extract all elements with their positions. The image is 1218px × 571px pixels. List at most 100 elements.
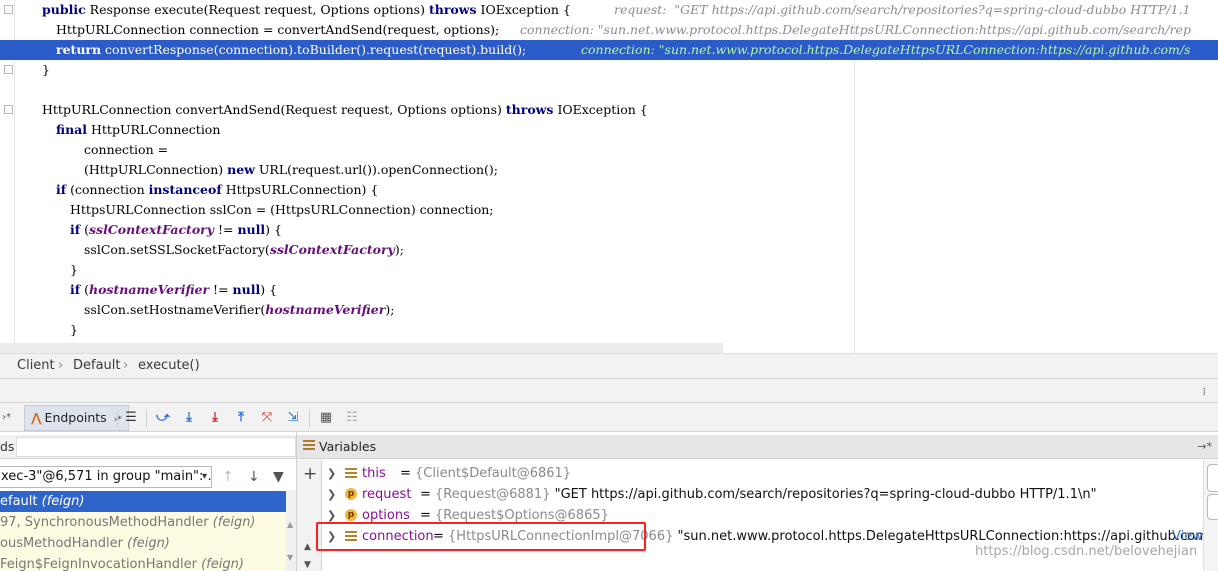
breadcrumb: Client › Default › execute() — [0, 353, 1218, 378]
expand-chevron-icon[interactable]: ❯ — [327, 484, 336, 505]
force-step-into-icon[interactable]: ⤓ — [207, 409, 223, 427]
code-line[interactable]: HttpURLConnection convertAndSend(Request… — [0, 100, 1218, 120]
code-text: connection = — [84, 140, 168, 160]
frame-package: (feign) — [37, 494, 85, 509]
code-token: URL(request.url()).openConnection(); — [254, 162, 499, 177]
code-token: != — [209, 282, 233, 297]
arrow-down-icon[interactable]: ↓ — [248, 470, 260, 484]
move-down-icon[interactable]: ▼ — [304, 560, 311, 570]
add-watch-icon[interactable]: + — [303, 464, 317, 484]
current-execution-line[interactable]: return convertResponse(connection).toBui… — [0, 40, 1218, 60]
tab-endpoints[interactable]: ⋀Endpoints ›* — [24, 405, 129, 431]
stack-frame[interactable]: ousMethodHandler (feign) — [0, 533, 286, 554]
code-token: HttpsURLConnection sslCon = (HttpsURLCon… — [70, 202, 494, 217]
code-line[interactable]: } — [0, 60, 1218, 80]
code-text: public Response execute(Request request,… — [42, 0, 571, 20]
code-token: HttpURLConnection — [87, 122, 221, 137]
code-line[interactable]: if (connection instanceof HttpsURLConnec… — [0, 180, 1218, 200]
scroll-down-icon[interactable]: ▼ — [287, 553, 293, 562]
code-editor[interactable]: public Response execute(Request request,… — [0, 0, 1218, 353]
arrow-up-icon[interactable]: ↑ — [222, 470, 234, 484]
code-line[interactable]: connection = — [0, 140, 1218, 160]
code-token: connection = — [84, 142, 169, 157]
editor-horizontal-scrollbar[interactable] — [0, 343, 723, 353]
variables-header: Variables →* — [297, 435, 1218, 459]
code-token: convertResponse(connection).toBuilder().… — [101, 42, 527, 57]
stack-frame[interactable]: 97, SynchronousMethodHandler (feign) — [0, 512, 286, 533]
breadcrumb-item[interactable]: execute() — [138, 358, 200, 373]
frames-tab-label[interactable]: ds — [0, 439, 14, 454]
scroll-up-icon[interactable]: ▲ — [287, 520, 293, 529]
code-line[interactable]: } — [0, 320, 1218, 340]
code-line[interactable]: public Response execute(Request request,… — [0, 0, 1218, 20]
variable-string-value: "sun.net.www.protocol.https.DelegateHttp… — [677, 529, 1204, 544]
code-text: if (sslContextFactory != null) { — [70, 220, 282, 240]
evaluate-expression-icon[interactable]: ▦ — [318, 409, 334, 427]
code-text: (HttpURLConnection) new URL(request.url(… — [84, 160, 498, 180]
variable-value: {Request@6881} — [435, 487, 551, 502]
code-text: } — [42, 60, 50, 80]
code-line[interactable]: final HttpURLConnection — [0, 120, 1218, 140]
more-options-icon[interactable]: ⁞ — [1203, 385, 1207, 398]
frame-package: (feign) — [122, 536, 170, 551]
stack-frame[interactable]: efault (feign) — [0, 491, 286, 512]
code-token: ) { — [265, 222, 282, 237]
code-line[interactable]: } — [0, 260, 1218, 280]
breadcrumb-item[interactable]: Client — [17, 358, 55, 373]
code-line[interactable]: if (hostnameVerifier != null) { — [0, 280, 1218, 300]
breadcrumb-separator: › — [58, 358, 64, 373]
run-to-cursor-icon[interactable]: ⇲ — [285, 409, 301, 427]
search-field-edge[interactable] — [1207, 494, 1218, 520]
breadcrumb-separator: › — [123, 358, 129, 373]
frame-method: 97, SynchronousMethodHandler — [0, 515, 209, 530]
code-text: } — [70, 320, 78, 340]
collapsed-tab-fragment[interactable]: ›* — [2, 409, 11, 427]
panel-options-icon[interactable]: →* — [1197, 440, 1212, 453]
show-execution-point-icon[interactable]: ☰ — [124, 409, 138, 427]
frames-tab-bar: ds — [0, 435, 296, 459]
step-out-icon[interactable]: ⤒ — [233, 409, 249, 427]
frames-header-box — [16, 437, 296, 457]
search-field-edge[interactable] — [1207, 464, 1218, 492]
code-token: ); — [394, 242, 404, 257]
thread-select[interactable]: xec-3"@6,571 in group "main": ... ▾ — [0, 466, 212, 488]
code-token: } — [42, 62, 50, 77]
step-over-icon[interactable]: ⤻ — [155, 409, 171, 427]
code-token: HttpsURLConnection) { — [221, 182, 379, 197]
debug-toolbar: ›* ⋀Endpoints ›* ☰ ⤻ ⤓ ⤓ ⤒ ⤧ ⇲ ▦ ☷ — [0, 402, 1218, 432]
frames-scrollbar[interactable]: ▲ ▼ — [286, 490, 296, 571]
drop-frame-icon[interactable]: ⤧ — [259, 409, 275, 427]
parameter-icon: p — [345, 509, 357, 521]
keyword-token: public — [42, 2, 86, 17]
code-line[interactable]: HttpURLConnection connection = convertAn… — [0, 20, 1218, 40]
step-into-icon[interactable]: ⤓ — [181, 409, 197, 427]
expand-chevron-icon[interactable]: ❯ — [327, 463, 336, 484]
keyword-token: return — [56, 42, 102, 57]
keyword-token: instanceof — [148, 182, 222, 197]
code-token: ( — [80, 222, 89, 237]
move-up-icon[interactable]: ▲ — [304, 542, 311, 552]
filter-icon[interactable]: ▼ — [273, 470, 284, 484]
variable-value: {Client$Default@6861} — [415, 466, 572, 481]
variable-row-request[interactable]: ❯ p request = {Request@6881} "GET https:… — [323, 484, 1203, 505]
code-line[interactable]: HttpsURLConnection sslCon = (HttpsURLCon… — [0, 200, 1218, 220]
field-token: sslContextFactory — [269, 242, 395, 257]
variable-row-this[interactable]: ❯ this = {Client$Default@6861} — [323, 463, 1203, 484]
frame-method: efault — [0, 494, 38, 509]
code-line[interactable]: sslCon.setHostnameVerifier(hostnameVerif… — [0, 300, 1218, 320]
annotation-highlight-box — [316, 522, 646, 551]
code-token: HttpURLConnection convertAndSend(Request… — [42, 102, 506, 117]
code-line[interactable]: (HttpURLConnection) new URL(request.url(… — [0, 160, 1218, 180]
equals-sign: = — [420, 487, 436, 502]
stack-frame[interactable]: Feign$FeignInvocationHandler (feign) — [0, 554, 286, 571]
variables-side-toolbar: + ▲ ▼ — [297, 460, 322, 571]
code-text: sslCon.setHostnameVerifier(hostnameVerif… — [84, 300, 394, 320]
field-token: hostnameVerifier — [265, 302, 386, 317]
trace-current-stream-icon[interactable]: ☷ — [344, 409, 360, 427]
code-text: HttpsURLConnection sslCon = (HttpsURLCon… — [70, 200, 494, 220]
inline-debug-value: connection: "sun.net.www.protocol.https.… — [520, 22, 1191, 37]
breadcrumb-item[interactable]: Default — [73, 358, 121, 373]
code-line[interactable]: sslCon.setSSLSocketFactory(sslContextFac… — [0, 240, 1218, 260]
code-token: } — [70, 262, 78, 277]
code-line[interactable]: if (sslContextFactory != null) { — [0, 220, 1218, 240]
